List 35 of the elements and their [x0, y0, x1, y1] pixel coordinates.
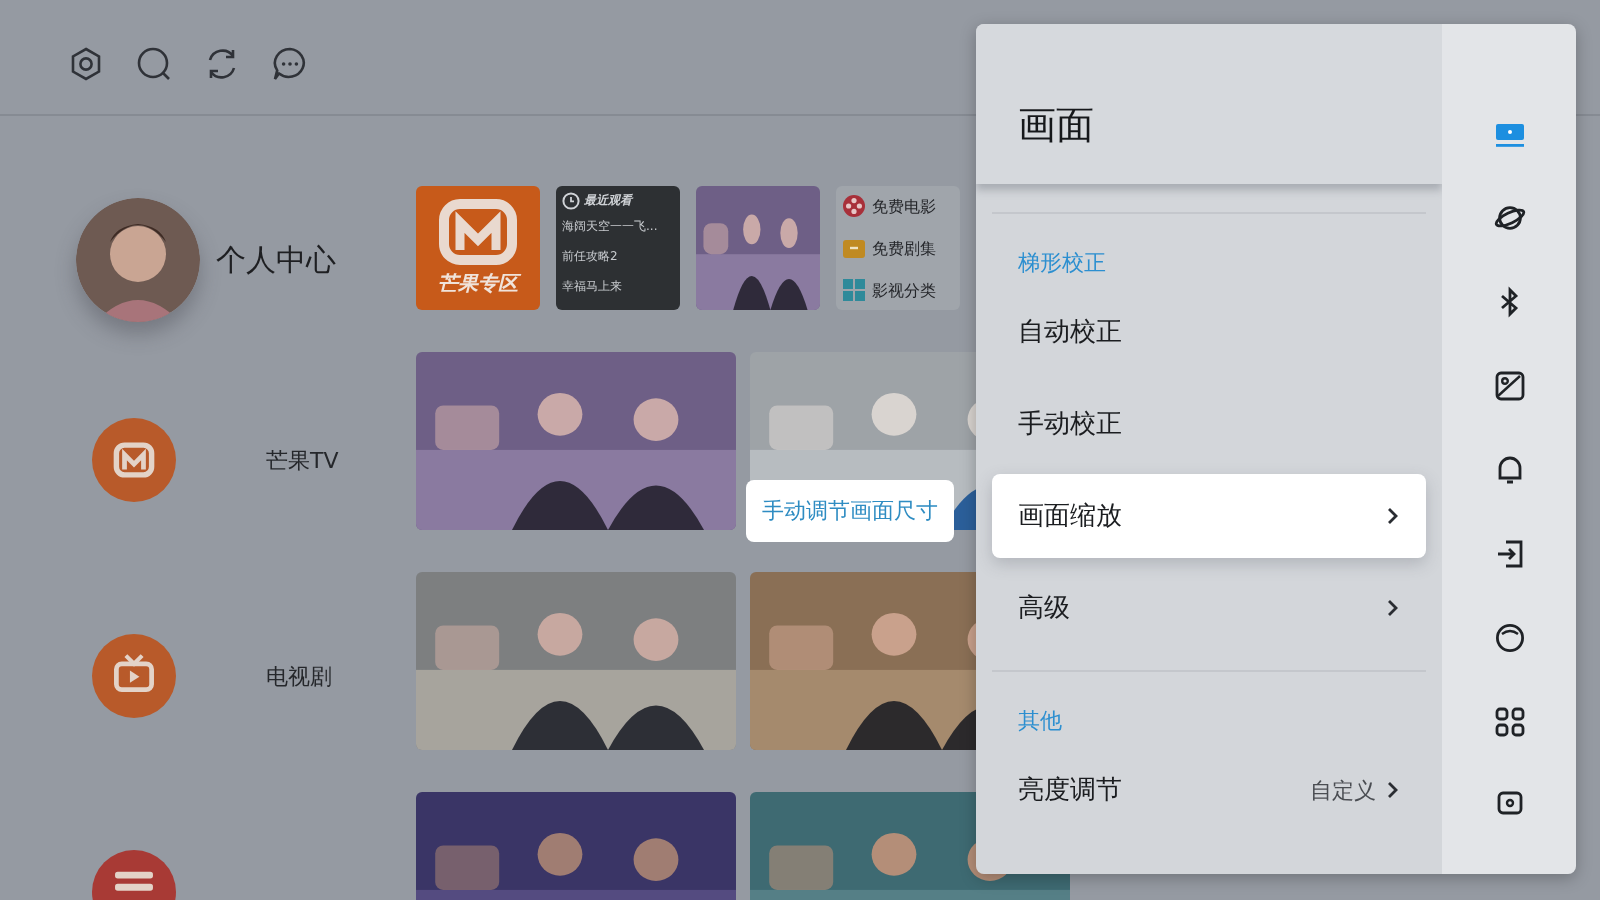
avatar[interactable]: [76, 198, 200, 322]
apps-icon[interactable]: [1493, 706, 1525, 738]
menu-item[interactable]: 亮度调节 自定义: [992, 748, 1426, 832]
grid-icon: [842, 278, 866, 302]
profile-label[interactable]: 个人中心: [216, 241, 336, 279]
menu-item[interactable]: 画面缩放: [992, 474, 1426, 558]
image-icon[interactable]: [1493, 370, 1525, 402]
bell-icon[interactable]: [1493, 454, 1525, 486]
face-icon[interactable]: [1493, 622, 1525, 654]
quick-link[interactable]: 免费电影: [872, 195, 936, 217]
section-heading: 梯形校正: [1016, 248, 1108, 278]
input-icon[interactable]: [1493, 538, 1525, 570]
screen-icon[interactable]: [1493, 118, 1525, 150]
category-label[interactable]: 电视剧: [266, 661, 332, 691]
menu-item[interactable]: 高级: [992, 566, 1426, 650]
quick-link[interactable]: 免费剧集: [872, 237, 936, 259]
film-reel-icon: [842, 194, 866, 218]
settings-icon[interactable]: [68, 46, 104, 82]
mango-logo-icon[interactable]: [92, 418, 176, 502]
brand-label: 芒果专区: [438, 271, 518, 298]
clock-icon: [562, 192, 580, 210]
chat-icon[interactable]: [272, 46, 308, 82]
category-label[interactable]: 芒果TV: [266, 445, 339, 475]
search-icon[interactable]: [136, 46, 172, 82]
quick-link[interactable]: 影视分类: [872, 279, 936, 301]
tv-icon: [842, 236, 866, 260]
mango-logo-icon: [438, 198, 518, 266]
menu-item[interactable]: 自动校正: [992, 290, 1426, 374]
tooltip: 手动调节画面尺寸: [746, 480, 954, 542]
tv-icon[interactable]: [92, 634, 176, 718]
planet-icon[interactable]: [1493, 202, 1525, 234]
panel-title: 画面: [1018, 104, 1094, 148]
refresh-icon[interactable]: [204, 46, 240, 82]
section-heading: 其他: [1016, 706, 1064, 736]
menu-item[interactable]: 手动校正: [992, 382, 1426, 466]
